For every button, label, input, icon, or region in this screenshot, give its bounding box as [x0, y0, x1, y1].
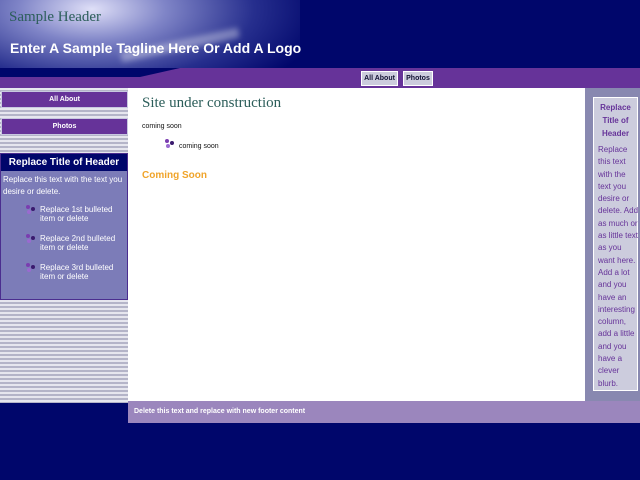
purple-dots-bullet-icon	[165, 139, 175, 149]
footer-text: Delete this text and replace with new fo…	[134, 408, 306, 415]
right-box: Replace Title of Header Replace this tex…	[593, 97, 638, 391]
sidebar-bullet-text: Replace 3rd bulleted item or delete	[40, 263, 114, 281]
top-nav-all-about[interactable]: All About	[361, 71, 398, 86]
site-tagline: Enter A Sample Tagline Here Or Add A Log…	[10, 40, 302, 56]
section-subheading: Coming Soon	[142, 170, 207, 181]
page-bottom-area	[0, 423, 640, 480]
top-nav-photos[interactable]: Photos	[403, 71, 433, 86]
header-banner: Sample Header Enter A Sample Tagline Her…	[0, 0, 640, 70]
side-nav-photos[interactable]: Photos	[1, 118, 128, 135]
purple-dots-bullet-icon	[26, 205, 36, 215]
site-title[interactable]: Sample Header	[9, 9, 101, 26]
nav-bar-corner-wedge	[0, 68, 180, 77]
purple-dots-bullet-icon	[26, 234, 36, 244]
right-box-title: Replace Title of Header	[600, 103, 631, 138]
purple-dots-bullet-icon	[26, 263, 36, 273]
side-nav-all-about[interactable]: All About	[1, 91, 128, 108]
main-bullet-text: coming soon	[179, 143, 219, 150]
sidebar-box: Replace Title of Header Replace this tex…	[0, 153, 128, 300]
main-paragraph: coming soon	[142, 123, 182, 130]
main-content: Site under construction coming soon comi…	[128, 88, 585, 401]
footer: Delete this text and replace with new fo…	[128, 401, 640, 423]
right-box-text: Replace this text with the text you desi…	[598, 145, 639, 388]
sidebar-box-title: Replace Title of Header	[1, 154, 127, 171]
sidebar-box-text: Replace this text with the text you desi…	[3, 175, 123, 196]
top-nav-bar	[0, 68, 640, 88]
page-title: Site under construction	[142, 95, 282, 111]
sidebar-bullet-text: Replace 2nd bulleted item or delete	[40, 234, 116, 252]
sidebar-bullet-text: Replace 1st bulleted item or delete	[40, 205, 113, 223]
